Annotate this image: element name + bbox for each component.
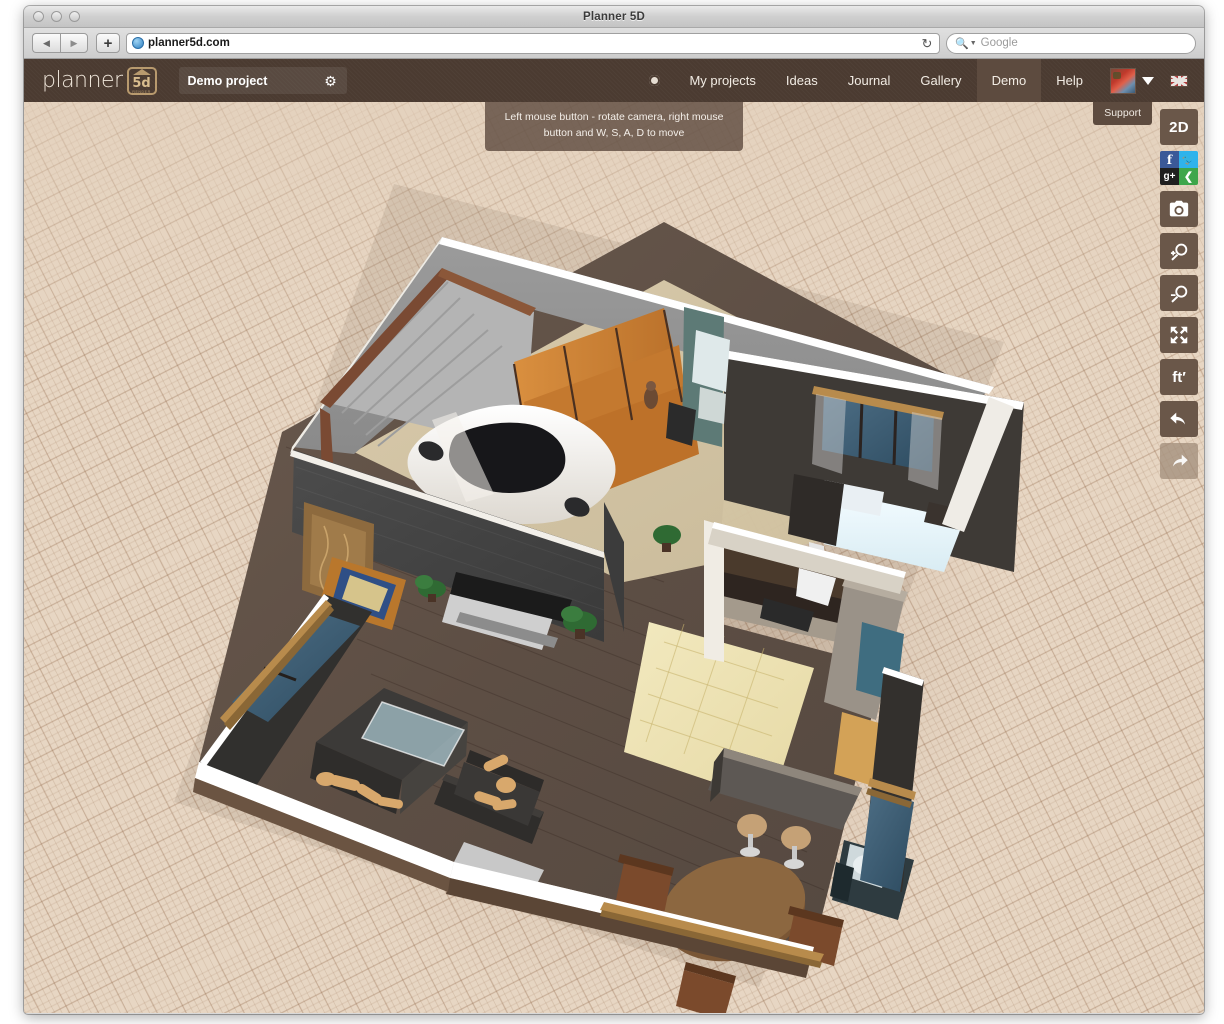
address-bar[interactable]: planner5d.com ↻ [126, 33, 940, 54]
logo-house-badge: 5d RENDER [127, 67, 157, 95]
camera-controls-hint: Left mouse button - rotate camera, right… [485, 102, 743, 151]
zoom-in-button[interactable] [1160, 233, 1198, 269]
fullscreen-button[interactable] [1160, 317, 1198, 353]
browser-window: Planner 5D ◀ ▶ + planner5d.com ↻ 🔍 ▼ Goo… [24, 6, 1204, 1014]
avatar[interactable] [1110, 68, 1136, 94]
search-field[interactable]: 🔍 ▼ Google [946, 33, 1196, 54]
units-button[interactable]: ft′ [1160, 359, 1198, 395]
magnifier-minus-icon [1168, 282, 1190, 304]
search-placeholder: Google [981, 37, 1018, 49]
chevron-down-icon[interactable]: ▼ [970, 40, 977, 47]
nav-item-journal[interactable]: Journal [833, 59, 906, 102]
window-title: Planner 5D [24, 11, 1204, 23]
new-tab-button[interactable]: + [96, 33, 120, 53]
gear-icon[interactable]: ⚙ [324, 74, 338, 88]
roof-icon [133, 69, 151, 75]
social-share-group: f 🐦 g+ ❮ [1160, 151, 1198, 185]
screenshot-button[interactable] [1160, 191, 1198, 227]
google-plus-icon[interactable]: g+ [1160, 168, 1179, 185]
camera-icon [1168, 198, 1190, 220]
3d-viewport[interactable] [24, 102, 1204, 1013]
back-button[interactable]: ◀ [32, 33, 60, 53]
main-navigation: My projects Ideas Journal Gallery Demo H… [635, 59, 1204, 102]
logo-badge-sub: RENDER [127, 90, 157, 94]
forward-button[interactable]: ▶ [60, 33, 88, 53]
caret-down-icon[interactable] [1142, 77, 1154, 85]
nav-item-gallery[interactable]: Gallery [905, 59, 976, 102]
right-toolbar: 2D f 🐦 g+ ❮ [1158, 109, 1200, 479]
redo-button[interactable] [1160, 443, 1198, 479]
project-name-label: Demo project [188, 74, 268, 88]
undo-arrow-icon [1168, 408, 1190, 430]
nav-item-demo[interactable]: Demo [977, 59, 1042, 102]
twitter-icon[interactable]: 🐦 [1179, 151, 1198, 168]
logo-wordmark: planner [42, 68, 123, 93]
account-menu[interactable] [1098, 68, 1160, 94]
facebook-icon[interactable]: f [1160, 151, 1179, 168]
home-dot-icon [649, 75, 660, 86]
reload-button[interactable]: ↻ [919, 36, 935, 52]
support-tab[interactable]: Support [1093, 102, 1152, 125]
nav-item-help[interactable]: Help [1041, 59, 1098, 102]
address-bar-url: planner5d.com [148, 37, 230, 49]
view-2d-label: 2D [1169, 119, 1189, 136]
magnifier-plus-icon [1168, 240, 1190, 262]
expand-arrows-icon [1168, 324, 1190, 346]
browser-toolbar: ◀ ▶ + planner5d.com ↻ 🔍 ▼ Google [24, 28, 1204, 59]
site-globe-icon [132, 37, 144, 49]
nav-home-button[interactable] [635, 75, 674, 86]
nav-item-ideas[interactable]: Ideas [771, 59, 833, 102]
nav-item-my-projects[interactable]: My projects [674, 59, 770, 102]
uk-flag-icon[interactable] [1170, 75, 1188, 87]
navigation-buttons: ◀ ▶ [32, 33, 88, 53]
redo-arrow-icon [1168, 450, 1190, 472]
page-content: planner 5d RENDER Demo project ⚙ My proj… [24, 59, 1204, 1013]
project-name-field[interactable]: Demo project ⚙ [179, 67, 347, 94]
view-2d-button[interactable]: 2D [1160, 109, 1198, 145]
undo-button[interactable] [1160, 401, 1198, 437]
app-header: planner 5d RENDER Demo project ⚙ My proj… [24, 59, 1204, 102]
browser-titlebar: Planner 5D [24, 6, 1204, 28]
ground-grid [24, 102, 1204, 1013]
search-icon: 🔍 [955, 37, 969, 50]
share-icon[interactable]: ❮ [1179, 168, 1198, 185]
zoom-out-button[interactable] [1160, 275, 1198, 311]
planner5d-logo[interactable]: planner 5d RENDER [42, 67, 157, 95]
units-label: ft′ [1172, 369, 1186, 386]
